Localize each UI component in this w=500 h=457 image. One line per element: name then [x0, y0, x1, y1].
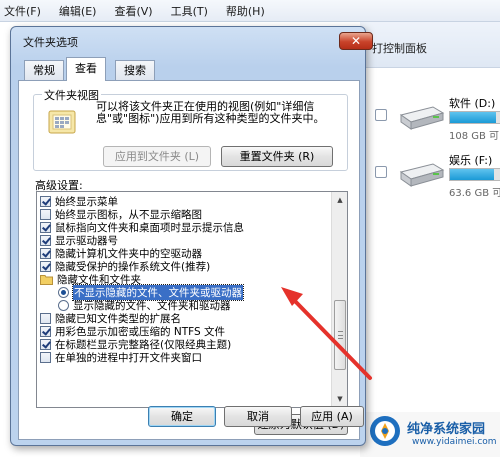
- list-item-label: 在单独的进程中打开文件夹窗口: [55, 351, 202, 364]
- watermark-url: www.yidaimei.com: [412, 437, 497, 447]
- drive-usage-fill: [450, 169, 494, 180]
- list-item[interactable]: 始终显示菜单: [40, 195, 118, 208]
- scroll-grip-icon: [338, 331, 343, 339]
- apply-button[interactable]: 应用 (A): [300, 406, 364, 427]
- hard-drive-icon: [399, 106, 445, 130]
- list-item[interactable]: 鼠标指向文件夹和桌面项时显示提示信息: [40, 221, 244, 234]
- folder-icon: [40, 274, 53, 285]
- advanced-settings-list: 始终显示菜单 始终显示图标，从不显示缩略图 鼠标指向文件夹和桌面项时显示提示信息…: [36, 191, 348, 408]
- scroll-thumb[interactable]: [334, 300, 346, 370]
- menu-help[interactable]: 帮助(H): [217, 3, 274, 19]
- checkbox[interactable]: [40, 208, 51, 220]
- checkbox[interactable]: [40, 312, 51, 324]
- apply-to-folders-button[interactable]: 应用到文件夹 (L): [103, 146, 211, 167]
- list-item[interactable]: 用彩色显示加密或压缩的 NTFS 文件: [40, 325, 225, 338]
- folder-options-dialog: 文件夹选项 ✕ 常规 查看 搜索 文件夹视图 可以将该文件夹正在使用的视图(例如…: [10, 26, 373, 446]
- watermark-text: 纯净系统家园: [407, 422, 486, 437]
- menu-bar: 文件(F) 编辑(E) 查看(V) 工具(T) 帮助(H): [0, 0, 500, 22]
- checkbox[interactable]: [40, 195, 51, 207]
- list-item[interactable]: 显示隐藏的文件、文件夹和驱动器: [58, 299, 231, 312]
- folder-views-description: 可以将该文件夹正在使用的视图(例如"详细信息"或"图标")应用到所有这种类型的文…: [96, 100, 325, 125]
- folder-views-group: 文件夹视图 可以将该文件夹正在使用的视图(例如"详细信息"或"图标")应用到所有…: [33, 87, 348, 171]
- ok-button[interactable]: 确定: [148, 406, 216, 427]
- checkbox[interactable]: [40, 260, 51, 272]
- drive-free-space: 108 GB 可: [449, 131, 500, 142]
- watermark-logo-icon: [370, 416, 400, 446]
- list-item[interactable]: 在标题栏显示完整路径(仅限经典主题): [40, 338, 231, 351]
- list-item: 隐藏文件和文件夹: [40, 273, 141, 286]
- menu-edit[interactable]: 编辑(E): [50, 3, 106, 19]
- dialog-title: 文件夹选项: [23, 36, 78, 49]
- checkbox[interactable]: [40, 234, 51, 246]
- folder-view-icon: [48, 110, 76, 134]
- reset-folders-button[interactable]: 重置文件夹 (R): [221, 146, 333, 167]
- list-item[interactable]: 隐藏受保护的操作系统文件(推荐): [40, 260, 210, 273]
- drive-usage-fill: [450, 112, 497, 123]
- drive-usage-bar: [449, 111, 500, 124]
- radio-button[interactable]: [58, 299, 69, 311]
- drive-checkbox[interactable]: [375, 109, 387, 121]
- list-item[interactable]: 不显示隐藏的文件、文件夹或驱动器: [58, 283, 244, 301]
- checkbox[interactable]: [40, 351, 51, 363]
- close-button[interactable]: ✕: [339, 32, 373, 50]
- folder-views-legend: 文件夹视图: [42, 87, 101, 103]
- cancel-button[interactable]: 取消: [224, 406, 292, 427]
- checkbox[interactable]: [40, 325, 51, 337]
- menu-file[interactable]: 文件(F): [2, 3, 50, 19]
- view-tab-panel: 文件夹视图 可以将该文件夹正在使用的视图(例如"详细信息"或"图标")应用到所有…: [18, 80, 360, 440]
- drive-checkbox[interactable]: [375, 166, 387, 178]
- scroll-down-arrow-icon[interactable]: ▼: [332, 391, 347, 407]
- list-scrollbar[interactable]: ▲ ▼: [331, 192, 347, 407]
- list-item[interactable]: 始终显示图标，从不显示缩略图: [40, 208, 202, 221]
- drive-name: 软件 (D:): [449, 97, 496, 110]
- drive-usage-bar: [449, 168, 500, 181]
- list-item[interactable]: 隐藏已知文件类型的扩展名: [40, 312, 181, 325]
- tab-view[interactable]: 查看: [66, 57, 106, 81]
- list-item[interactable]: 显示驱动器号: [40, 234, 118, 247]
- tab-search[interactable]: 搜索: [115, 60, 155, 81]
- scroll-up-arrow-icon[interactable]: ▲: [332, 192, 347, 208]
- open-control-panel-link[interactable]: 打控制面板: [372, 40, 427, 56]
- menu-tools[interactable]: 工具(T): [162, 3, 217, 19]
- drive-free-space: 63.6 GB 可: [449, 188, 500, 199]
- checkbox[interactable]: [40, 338, 51, 350]
- list-item[interactable]: 隐藏计算机文件夹中的空驱动器: [40, 247, 202, 260]
- radio-button[interactable]: [58, 286, 69, 298]
- tab-general[interactable]: 常规: [24, 60, 64, 81]
- checkbox[interactable]: [40, 221, 51, 233]
- hard-drive-icon: [399, 163, 445, 187]
- menu-view[interactable]: 查看(V): [105, 3, 161, 19]
- list-item[interactable]: 在单独的进程中打开文件夹窗口: [40, 351, 202, 364]
- drive-f[interactable]: 娱乐 (F:) 63.6 GB 可: [375, 152, 500, 212]
- drive-d[interactable]: 软件 (D:) 108 GB 可: [375, 95, 500, 155]
- checkbox[interactable]: [40, 247, 51, 259]
- drive-name: 娱乐 (F:): [449, 154, 493, 167]
